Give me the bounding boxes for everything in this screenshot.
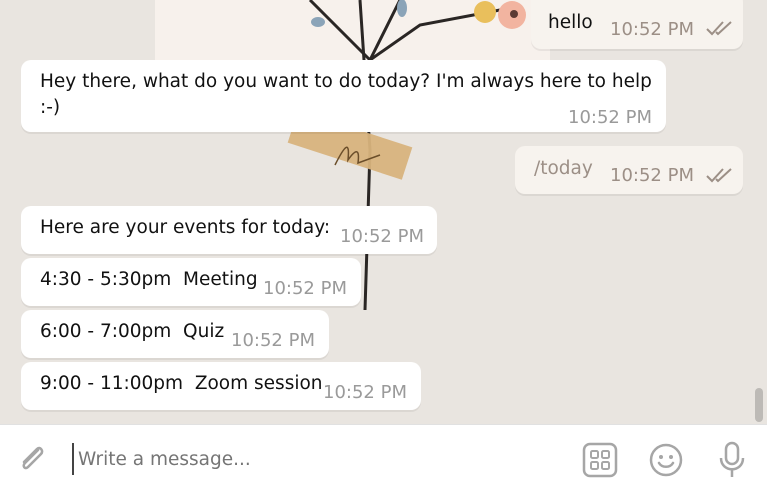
message-text: 6:00 - 7:00pm Quiz: [40, 321, 225, 342]
emoji-icon[interactable]: [648, 442, 684, 478]
message-bubble-incoming[interactable]: Here are your events for today: 10:52 PM: [21, 206, 437, 254]
message-time: 10:52 PM: [568, 107, 652, 128]
message-time: 10:52 PM: [610, 165, 694, 186]
message-bubble-outgoing[interactable]: hello 10:52 PM: [531, 0, 743, 49]
message-text: Hey there, what do you want to do today?…: [40, 71, 652, 118]
message-time: 10:52 PM: [231, 330, 315, 351]
scribble-icon: [334, 146, 381, 166]
microphone-icon[interactable]: [717, 441, 747, 479]
message-text: Here are your events for today:: [40, 217, 331, 238]
message-time: 10:52 PM: [340, 226, 424, 247]
message-text: 4:30 - 5:30pm Meeting: [40, 269, 258, 290]
message-text: hello: [548, 12, 593, 33]
message-input[interactable]: [72, 443, 560, 475]
paperclip-icon[interactable]: [16, 442, 50, 476]
message-bubble-incoming[interactable]: Hey there, what do you want to do today?…: [21, 60, 666, 132]
read-checkmarks-icon: [706, 21, 732, 36]
message-bubble-incoming[interactable]: 4:30 - 5:30pm Meeting 10:52 PM: [21, 258, 361, 306]
message-bubble-incoming[interactable]: 9:00 - 11:00pm Zoom session 10:52 PM: [21, 362, 421, 410]
message-bubble-outgoing[interactable]: /today 10:52 PM: [515, 146, 743, 194]
message-time: 10:52 PM: [323, 382, 407, 403]
message-time: 10:52 PM: [263, 278, 347, 299]
bot-commands-icon[interactable]: [582, 442, 618, 478]
chat-scrollbar[interactable]: [755, 388, 763, 422]
message-bubble-incoming[interactable]: 6:00 - 7:00pm Quiz 10:52 PM: [21, 310, 329, 358]
message-time: 10:52 PM: [610, 19, 694, 40]
read-checkmarks-icon: [706, 168, 732, 183]
chat-history[interactable]: hello 10:52 PM Hey there, what do you wa…: [0, 0, 767, 424]
message-text: 9:00 - 11:00pm Zoom session: [40, 373, 323, 394]
command-link[interactable]: /today: [534, 156, 593, 182]
